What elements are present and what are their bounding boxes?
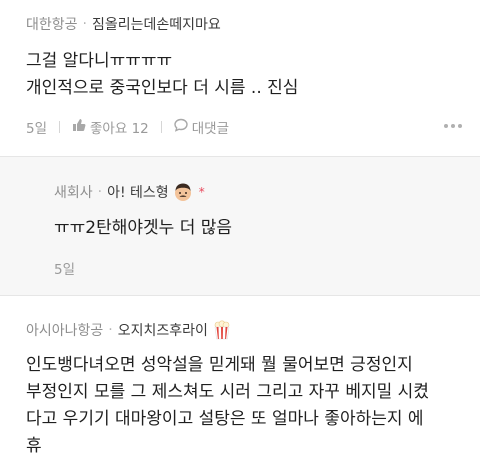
comment-item: 대한항공 · 짐올리는데손떼지마요 그걸 알다니ㅠㅠㅠㅠ 개인적으로 중국인보다… (0, 0, 480, 156)
comment-line: 개인적으로 중국인보다 더 시름 .. 진심 (26, 78, 299, 98)
reply-time: 5일 (54, 262, 76, 278)
author-nickname[interactable]: 아! 테스형 (107, 182, 169, 202)
divider (160, 121, 162, 133)
comment-line: 휴 (26, 436, 42, 456)
comment-meta: 아시아나항공 · 오지치즈후라이 (26, 320, 232, 340)
like-button[interactable]: 좋아요 12 (72, 117, 149, 137)
comment-actions: 5일 좋아요 12 대댓글 (26, 117, 229, 137)
reply-item: 새회사 · 아! 테스형 * ㅠㅠ2탄해야겟누 더 많음 5일 (0, 156, 480, 296)
thumb-icon (72, 118, 86, 136)
comment-item: 아시아나항공 · 오지치즈후라이 인도뱅다녀오면 성악설을 믿게돼 뭘 물어보면… (0, 296, 480, 468)
comment-line: 그걸 알다니ㅠㅠㅠㅠ (26, 51, 173, 71)
reply-meta: 새회사 · 아! 테스형 * (54, 182, 205, 202)
comment-line: 부정인지 모를 그 제스쳐도 시러 그리고 자꾸 베지밀 시켰 (26, 382, 429, 402)
comment-meta: 대한항공 · 짐올리는데손떼지마요 (26, 14, 221, 34)
author-nickname[interactable]: 짐올리는데손떼지마요 (92, 14, 221, 34)
reply-line: ㅠㅠ2탄해야겟누 더 많음 (54, 218, 233, 238)
author-star-mark: * (198, 185, 205, 199)
comment-body: 인도뱅다녀오면 성악설을 믿게돼 뭘 물어보면 긍정인지 부정인지 모를 그 제… (26, 352, 429, 460)
author-affiliation[interactable]: 새회사 (54, 182, 93, 202)
meta-separator: · (97, 184, 103, 200)
author-affiliation[interactable]: 대한항공 (26, 14, 78, 34)
reply-actions: 5일 (54, 258, 75, 278)
comment-body: 그걸 알다니ㅠㅠㅠㅠ 개인적으로 중국인보다 더 시름 .. 진심 (26, 48, 298, 102)
comment-time: 5일 (26, 121, 48, 137)
divider (59, 121, 61, 133)
chat-bubble-icon (174, 118, 188, 136)
like-label: 좋아요 12 (90, 121, 149, 137)
meta-separator: · (82, 16, 87, 32)
man-face-icon (173, 182, 193, 202)
comment-line: 다고 우기기 대마왕이고 설탕은 또 얼마나 좋아하는지 에 (26, 409, 424, 429)
reply-body: ㅠㅠ2탄해야겟누 더 많음 (54, 215, 232, 242)
author-nickname[interactable]: 오지치즈후라이 (118, 320, 208, 340)
author-affiliation[interactable]: 아시아나항공 (26, 320, 103, 340)
popcorn-icon (212, 320, 232, 340)
comment-line: 인도뱅다녀오면 성악설을 믿게돼 뭘 물어보면 긍정인지 (26, 355, 413, 375)
more-dots-icon[interactable] (444, 124, 462, 128)
reply-button[interactable]: 대댓글 (174, 117, 229, 137)
reply-label: 대댓글 (191, 121, 230, 137)
meta-separator: · (108, 322, 113, 338)
